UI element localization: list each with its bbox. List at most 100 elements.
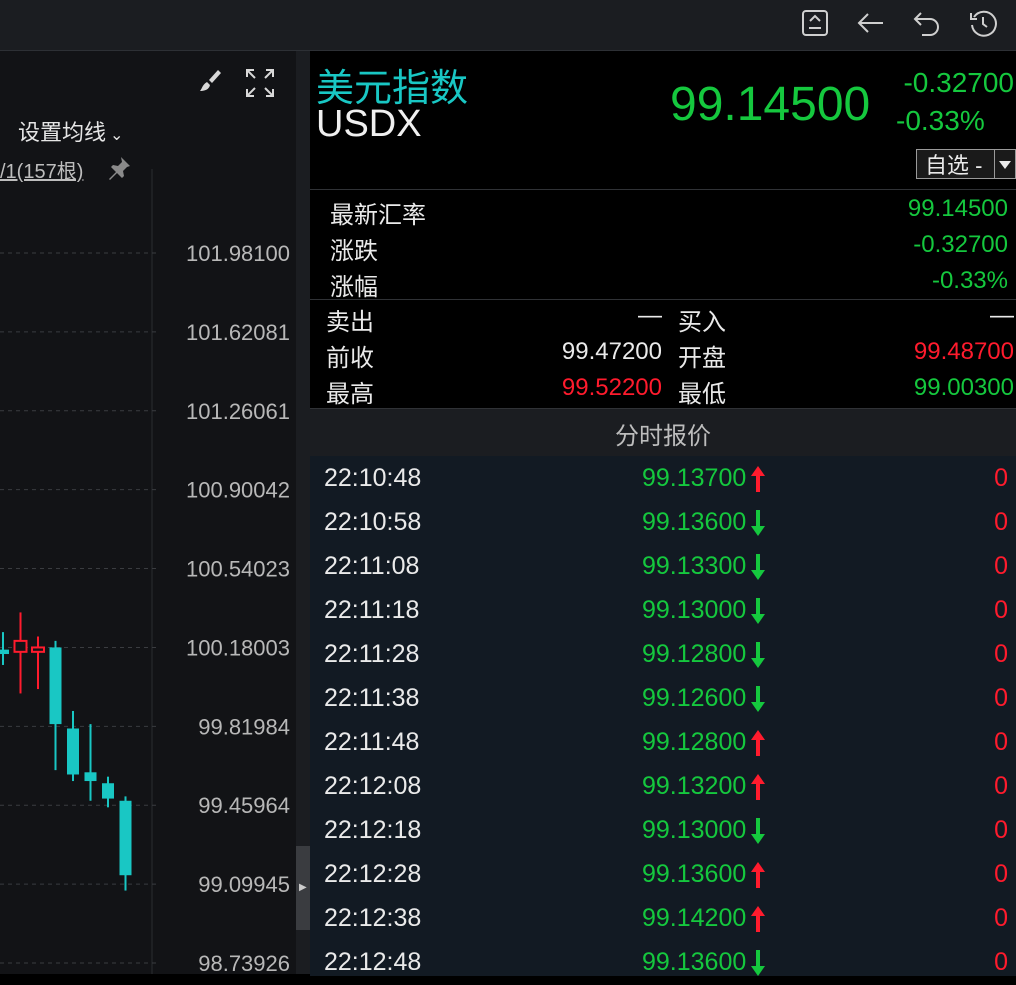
tick-volume: 0 [994, 816, 1008, 844]
tick-list[interactable]: 22:10:48 99.13700 0 22:10:58 99.13600 0 22… [310, 456, 1016, 976]
arrow-up-icon [750, 464, 766, 494]
watchlist-label: 自选 - [925, 153, 983, 178]
tick-row[interactable]: 22:12:28 99.13600 0 [310, 852, 1016, 896]
stat-value: 99.52200 [561, 374, 662, 401]
price-axis-label: 100.18003 [186, 635, 290, 660]
candle[interactable] [102, 776, 114, 808]
candle-body [67, 728, 79, 775]
tick-time: 22:11:08 [324, 552, 420, 580]
stat-value: — [638, 302, 662, 329]
candle[interactable] [119, 796, 132, 891]
tick-time: 22:12:38 [324, 904, 422, 932]
stat-grid-row: 最高 99.52200 最低 99.00300 [310, 372, 1016, 408]
candle[interactable] [0, 632, 9, 665]
tick-price: 99.14200 [642, 904, 747, 932]
brush-icon[interactable] [196, 67, 224, 95]
tick-row[interactable]: 22:12:18 99.13000 0 [310, 808, 1016, 852]
tick-row[interactable]: 22:12:48 99.13600 0 [310, 940, 1016, 984]
price-axis-label: 99.45964 [198, 793, 290, 818]
tick-volume: 0 [994, 860, 1008, 888]
candle-body [84, 772, 97, 782]
candle-body [102, 783, 114, 799]
stat-value: 99.47200 [561, 338, 662, 365]
tick-row[interactable]: 22:12:38 99.14200 0 [310, 896, 1016, 940]
tick-time: 22:10:58 [324, 508, 422, 536]
fullscreen-icon[interactable] [244, 67, 276, 99]
tick-price: 99.13300 [642, 552, 747, 580]
last-price: 99.14500 [670, 78, 871, 131]
tick-row[interactable]: 22:11:38 99.12600 0 [310, 676, 1016, 720]
bars-count-text: /1(157根) [0, 161, 84, 183]
price-axis-label: 101.62081 [186, 320, 290, 345]
tick-time: 22:11:48 [324, 728, 420, 756]
candlestick-chart[interactable]: 101.98100 101.62081 101.26061 100.90042 100.… [0, 51, 296, 974]
kline-chart-panel: 101.98100 101.62081 101.26061 100.90042 100.… [0, 51, 296, 974]
arrow-down-icon [750, 596, 766, 626]
stat-grid-row: 前收 99.47200 开盘 99.48700 [310, 336, 1016, 372]
ma-setting-dropdown[interactable]: 设置均线 ⌄ [18, 115, 123, 147]
tick-row[interactable]: 22:10:48 99.13700 0 [310, 456, 1016, 500]
back-arrow-icon[interactable] [854, 6, 888, 40]
candle[interactable] [13, 612, 28, 694]
tick-row[interactable]: 22:12:08 99.13200 0 [310, 764, 1016, 808]
export-icon[interactable] [798, 6, 832, 40]
tick-row[interactable]: 22:11:08 99.13300 0 [310, 544, 1016, 588]
chevron-down-icon: ⌄ [110, 127, 124, 144]
stat-value: 99.14500 [907, 195, 1008, 222]
stat-label: 卖出 [326, 309, 374, 336]
panel-collapse-handle[interactable]: ▶ [296, 846, 310, 930]
candle-body [119, 800, 132, 876]
stat-label: 买入 [678, 309, 726, 336]
candle-body [49, 647, 62, 725]
watchlist-dropdown[interactable]: 自选 - [916, 149, 1016, 179]
bars-count-link[interactable]: /1(157根) [0, 155, 83, 184]
tick-time: 22:11:18 [324, 596, 420, 624]
tick-row[interactable]: 22:11:48 99.12800 0 [310, 720, 1016, 764]
stat-label: 前收 [326, 345, 374, 372]
tick-row[interactable]: 22:11:18 99.13000 0 [310, 588, 1016, 632]
candle[interactable] [84, 724, 97, 801]
tick-price: 99.12800 [642, 728, 747, 756]
ticks-header[interactable]: 分时报价 [310, 408, 1016, 457]
stat-row: 涨幅 -0.33% [310, 263, 1016, 301]
tick-row[interactable]: 22:11:28 99.12800 0 [310, 632, 1016, 676]
arrow-up-icon [750, 772, 766, 802]
stat-label: 最新汇率 [330, 202, 426, 229]
price-axis-label: 99.09945 [198, 872, 290, 897]
candle-body [0, 649, 9, 655]
tick-price: 99.13600 [642, 508, 747, 536]
candle[interactable] [67, 710, 79, 782]
tick-row[interactable]: 22:10:58 99.13600 0 [310, 500, 1016, 544]
stat-row: 最新汇率 99.14500 [310, 191, 1016, 229]
tick-volume: 0 [994, 684, 1008, 712]
price-axis-label: 101.26061 [186, 399, 290, 424]
candle[interactable] [31, 636, 45, 690]
stat-label: 涨幅 [330, 274, 378, 301]
tick-time: 22:12:08 [324, 772, 422, 800]
arrow-up-icon [750, 728, 766, 758]
arrow-up-icon [750, 904, 766, 934]
tick-price: 99.13600 [642, 948, 747, 976]
stat-label: 涨跌 [330, 238, 378, 265]
panel-divider[interactable] [296, 51, 310, 974]
tick-volume: 0 [994, 904, 1008, 932]
arrow-down-icon [750, 816, 766, 846]
arrow-down-icon [750, 640, 766, 670]
tick-volume: 0 [994, 464, 1008, 492]
price-axis-label: 98.73926 [198, 951, 290, 974]
candle[interactable] [49, 640, 62, 771]
undo-icon[interactable] [910, 6, 944, 40]
stat-label: 开盘 [678, 345, 726, 372]
tick-price: 99.13000 [642, 596, 747, 624]
history-icon[interactable] [966, 6, 1000, 40]
tick-time: 22:11:28 [324, 640, 420, 668]
tick-price: 99.13200 [642, 772, 747, 800]
stat-value: 99.00300 [913, 374, 1014, 401]
tick-volume: 0 [994, 772, 1008, 800]
tick-price: 99.12600 [642, 684, 747, 712]
pin-icon[interactable] [106, 155, 132, 181]
change-value: -0.32700 [903, 67, 1014, 98]
tick-volume: 0 [994, 552, 1008, 580]
caret-down-icon[interactable] [994, 150, 1015, 178]
tick-time: 22:12:28 [324, 860, 422, 888]
